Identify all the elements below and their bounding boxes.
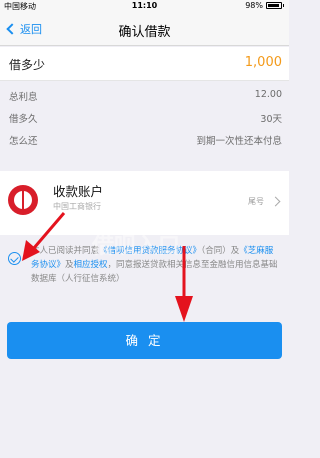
info-value: 12.00	[254, 89, 282, 100]
agreement-prefix: 本人已阅读并同意	[31, 246, 100, 256]
status-right: 98%	[245, 1, 284, 10]
info-label: 借多久	[9, 114, 38, 125]
agreement-and: 及	[65, 260, 74, 270]
battery-percent: 98%	[245, 1, 263, 10]
agreement-section: 本人已阅读并同意《借呗信用贷款服务协议》（合同）及《芝麻服务协议》及相应授权，同…	[0, 240, 289, 296]
navigation-bar: 返回 确认借款	[0, 13, 289, 46]
loan-amount-value: 1,000	[244, 55, 282, 70]
arrow-to-button-head	[175, 296, 193, 322]
receiving-account-card[interactable]: 收款账户 中国工商银行 尾号	[0, 171, 289, 235]
loan-agreement-link[interactable]: 《借呗信用贷款服务协议》	[99, 246, 201, 256]
info-row-interest: 总利息 12.00	[0, 84, 289, 106]
battery-icon	[266, 2, 282, 9]
info-label: 怎么还	[9, 136, 38, 147]
account-bank-name: 中国工商银行	[53, 202, 101, 211]
info-value: 30天	[260, 114, 282, 125]
confirm-button[interactable]: 确 定	[7, 322, 282, 359]
bank-logo-icon	[8, 185, 38, 215]
account-number: 尾号	[248, 197, 264, 206]
loan-amount-label: 借多少	[9, 58, 46, 72]
info-row-repayment: 怎么还 到期一次性还本付息	[0, 128, 289, 150]
chevron-right-icon	[270, 196, 281, 207]
page-title: 确认借款	[118, 25, 171, 40]
loan-info-list: 总利息 12.00 借多久 30天 怎么还 到期一次性还本付息	[0, 82, 289, 154]
account-title: 收款账户	[53, 184, 104, 199]
agreement-mid: （合同）及	[201, 246, 240, 256]
info-value: 到期一次性还本付息	[196, 136, 282, 147]
info-label: 总利息	[9, 92, 38, 103]
authorization-link[interactable]: 相应授权	[74, 260, 108, 270]
agreement-text: 本人已阅读并同意《借呗信用贷款服务协议》（合同）及《芝麻服务协议》及相应授权，同…	[31, 244, 281, 286]
status-bar: 中国移动 11:10 98%	[0, 0, 289, 13]
info-row-duration: 借多久 30天	[0, 106, 289, 128]
agreement-checkbox[interactable]	[8, 252, 21, 265]
battery-tip	[283, 4, 284, 7]
loan-amount-row[interactable]: 借多少 1,000	[0, 47, 289, 81]
